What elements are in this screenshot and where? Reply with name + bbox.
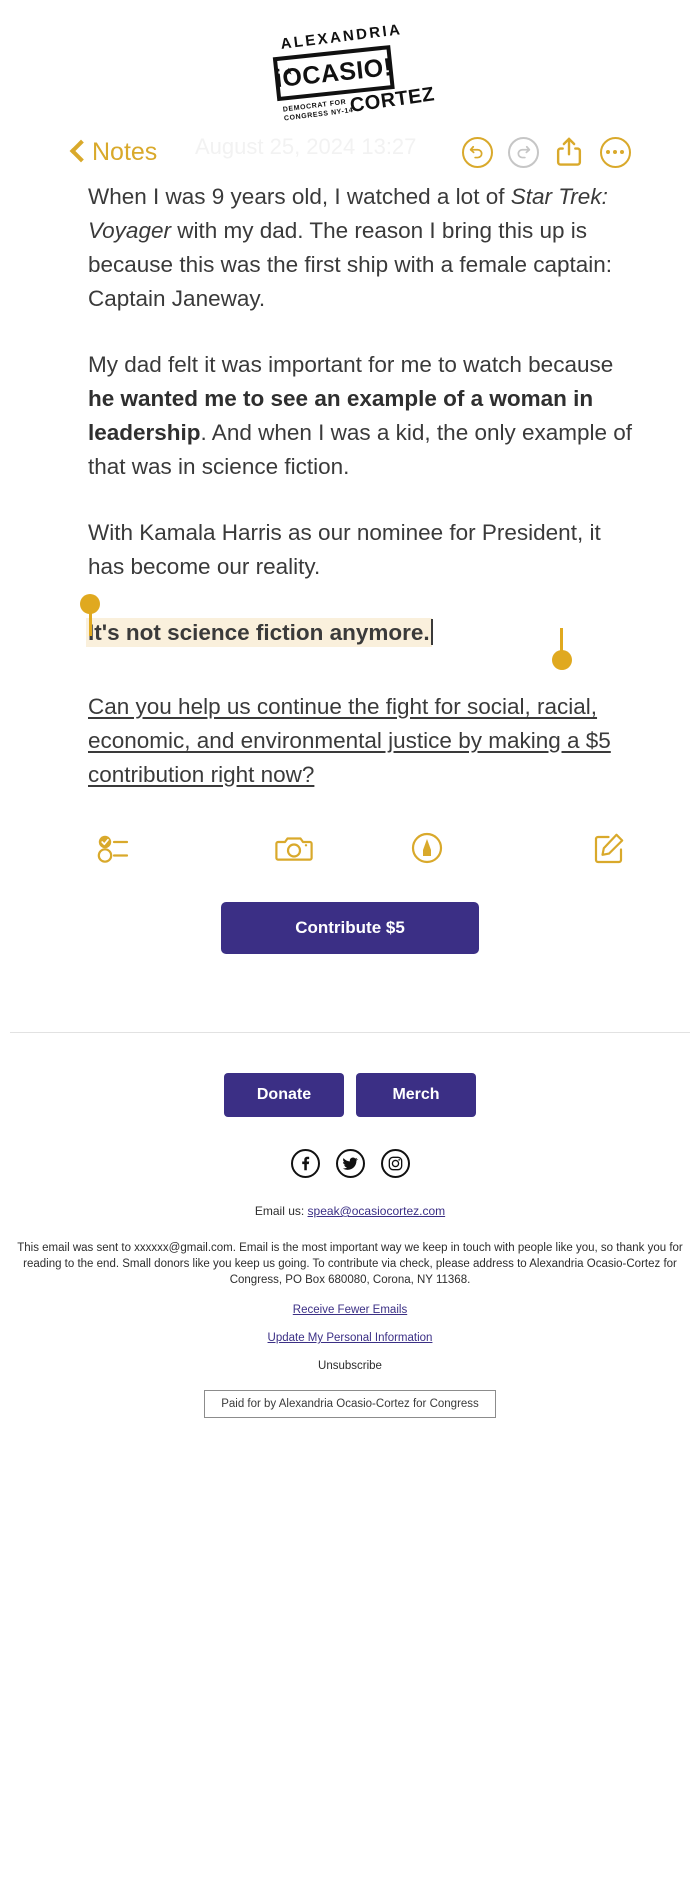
back-to-notes-button[interactable]: Notes — [70, 138, 157, 167]
social-links — [0, 1117, 700, 1178]
para2-seg1: My dad felt it was important for me to w… — [88, 352, 614, 377]
note-content[interactable]: When I was 9 years old, I watched a lot … — [0, 176, 700, 792]
share-button[interactable] — [546, 129, 592, 175]
notes-toolbar: August 25, 2024 13:27 Notes — [70, 128, 638, 176]
contribute-cta-area: Contribute $5 — [0, 872, 700, 954]
camera-icon — [275, 837, 314, 861]
paid-for-disclaimer: Paid for by Alexandria Ocasio-Cortez for… — [204, 1390, 496, 1418]
logo-graphic: ALEXANDRIA ★ iOCASIO! DEMOCRAT FOR CONGR… — [272, 21, 436, 131]
legal-disclaimer: This email was sent to xxxxxx@gmail.com.… — [17, 1242, 683, 1286]
campaign-logo: ALEXANDRIA ★ iOCASIO! DEMOCRAT FOR CONGR… — [0, 0, 700, 128]
selected-text-block[interactable]: It's not science fiction anymore. — [80, 594, 640, 670]
selection-handle-end[interactable] — [552, 650, 572, 670]
more-options-button[interactable] — [592, 129, 638, 175]
selection-handle-start[interactable] — [80, 594, 100, 614]
facebook-link[interactable] — [290, 1149, 320, 1178]
redo-button[interactable] — [500, 129, 546, 175]
ellipsis-dots — [605, 149, 625, 155]
text-caret — [430, 619, 434, 645]
toolbar-icon-group — [454, 129, 638, 175]
contribute-button[interactable]: Contribute $5 — [221, 902, 479, 954]
instagram-link[interactable] — [380, 1149, 410, 1178]
note-icon-toolbar — [0, 812, 700, 872]
selected-text: It's not science fiction anymore. — [88, 620, 430, 645]
checklist-icon — [97, 835, 129, 863]
logo-tagline: DEMOCRAT FOR CONGRESS NY-14 — [283, 98, 354, 124]
more-options-icon — [599, 136, 631, 168]
markup-pen-icon — [411, 832, 442, 864]
compose-icon — [594, 833, 624, 864]
email-page: ALEXANDRIA ★ iOCASIO! DEMOCRAT FOR CONGR… — [0, 0, 700, 1881]
paid-for-area: Paid for by Alexandria Ocasio-Cortez for… — [0, 1372, 700, 1444]
note-paragraph-1: When I was 9 years old, I watched a lot … — [88, 180, 640, 316]
logo-star-icon: ★ — [283, 66, 294, 79]
twitter-icon — [342, 1157, 358, 1170]
unsubscribe-link[interactable]: Unsubscribe — [0, 1344, 700, 1372]
compose-button[interactable] — [493, 832, 625, 864]
back-to-notes-label: Notes — [92, 137, 158, 166]
footer-button-row: Donate Merch — [0, 1073, 700, 1117]
update-personal-info-link[interactable]: Update My Personal Information — [0, 1316, 700, 1344]
checklist-button[interactable] — [96, 833, 228, 863]
redo-icon — [507, 136, 539, 168]
note-paragraph-3: With Kamala Harris as our nominee for Pr… — [88, 516, 640, 584]
contact-email-line: Email us: speak@ocasiocortez.com — [0, 1178, 700, 1218]
email-footer: Donate Merch Email us: speak@ocasiocorte… — [0, 1033, 700, 1444]
email-address-link[interactable]: speak@ocasiocortez.com — [308, 1204, 446, 1218]
twitter-link[interactable] — [335, 1149, 365, 1178]
facebook-icon — [301, 1156, 309, 1171]
note-paragraph-2: My dad felt it was important for me to w… — [88, 348, 640, 484]
undo-button[interactable] — [454, 129, 500, 175]
camera-button[interactable] — [228, 833, 360, 863]
contribution-ask-link[interactable]: Can you help us continue the fight for s… — [88, 690, 640, 792]
undo-icon — [461, 136, 493, 168]
donate-button[interactable]: Donate — [224, 1073, 344, 1117]
note-timestamp: August 25, 2024 13:27 — [195, 134, 417, 159]
email-prefix-label: Email us: — [254, 1204, 308, 1218]
share-icon — [556, 137, 582, 166]
chevron-left-icon — [70, 139, 86, 165]
instagram-icon — [388, 1156, 402, 1171]
para1-seg1: When I was 9 years old, I watched a lot … — [88, 184, 511, 209]
merch-button[interactable]: Merch — [356, 1073, 476, 1117]
markup-button[interactable] — [361, 832, 493, 864]
para3-seg1: With Kamala Harris as our nominee for Pr… — [88, 520, 601, 579]
receive-fewer-emails-link[interactable]: Receive Fewer Emails — [0, 1288, 700, 1316]
